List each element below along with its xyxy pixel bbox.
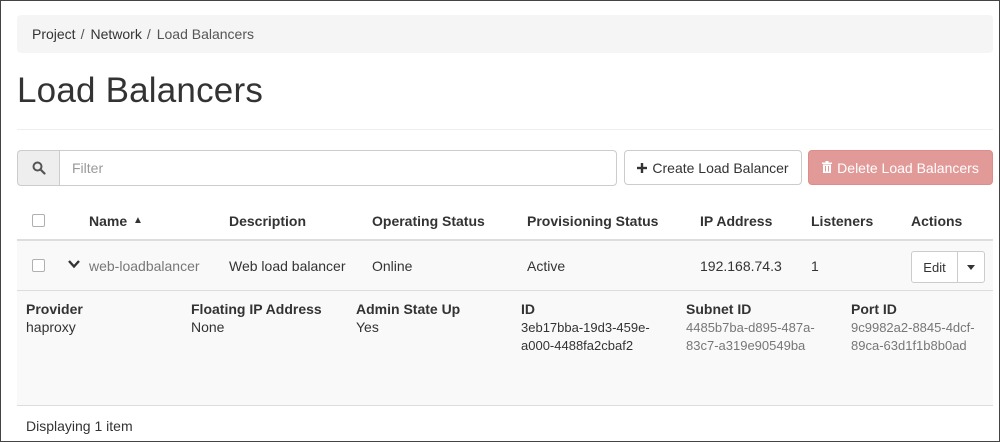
filter-input[interactable] bbox=[59, 150, 617, 186]
detail-subnet-id: Subnet ID 4485b7ba-d895-487a-83c7-a319e9… bbox=[686, 301, 816, 355]
cell-operating-status: Online bbox=[372, 258, 413, 274]
load-balancer-name-link[interactable]: web-loadbalancer bbox=[89, 258, 200, 274]
detail-floating-ip: Floating IP Address None bbox=[191, 301, 322, 336]
trash-icon bbox=[822, 160, 833, 176]
create-load-balancer-label: Create Load Balancer bbox=[652, 159, 789, 176]
item-count: Displaying 1 item bbox=[26, 418, 133, 434]
detail-label: ID bbox=[521, 301, 535, 317]
port-id-link[interactable]: 9c9982a2-8845-4dcf-89ca-63d1f1b8b0ad bbox=[851, 319, 981, 355]
table-row: web-loadbalancer Web load balancer Onlin… bbox=[17, 241, 993, 291]
column-header-actions: Actions bbox=[911, 213, 963, 229]
detail-port-id: Port ID 9c9982a2-8845-4dcf-89ca-63d1f1b8… bbox=[851, 301, 981, 355]
column-header-description[interactable]: Description bbox=[229, 213, 306, 229]
breadcrumb: Project / Network / Load Balancers bbox=[17, 15, 993, 53]
column-header-ip-address[interactable]: IP Address bbox=[700, 213, 772, 229]
breadcrumb-separator: / bbox=[146, 26, 151, 42]
cell-description: Web load balancer bbox=[229, 258, 346, 274]
detail-label: Floating IP Address bbox=[191, 301, 322, 317]
sort-ascending-icon: ▲ bbox=[133, 215, 143, 226]
search-icon[interactable] bbox=[17, 150, 59, 186]
detail-id: ID 3eb17bba-19d3-459e-a000-4488fa2cbaf2 bbox=[521, 301, 651, 355]
delete-load-balancers-label: Delete Load Balancers bbox=[837, 159, 979, 176]
create-load-balancer-button[interactable]: Create Load Balancer bbox=[624, 150, 802, 185]
title-divider bbox=[17, 129, 993, 130]
column-header-provisioning-status[interactable]: Provisioning Status bbox=[527, 213, 658, 229]
select-all-checkbox[interactable] bbox=[32, 214, 45, 227]
breadcrumb-load-balancers: Load Balancers bbox=[156, 26, 255, 42]
detail-label: Subnet ID bbox=[686, 301, 752, 317]
detail-value: None bbox=[191, 319, 225, 335]
page-title: Load Balancers bbox=[17, 71, 264, 110]
load-balancers-table: Name ▲ Description Operating Status Prov… bbox=[17, 201, 993, 406]
column-header-listeners[interactable]: Listeners bbox=[811, 213, 873, 229]
row-select-checkbox[interactable] bbox=[32, 259, 45, 272]
detail-value: 3eb17bba-19d3-459e-a000-4488fa2cbaf2 bbox=[521, 320, 650, 353]
chevron-down-icon[interactable] bbox=[67, 257, 81, 274]
breadcrumb-project[interactable]: Project bbox=[32, 26, 76, 42]
detail-admin-state: Admin State Up Yes bbox=[356, 301, 460, 336]
column-header-name-label: Name bbox=[89, 213, 128, 229]
edit-button[interactable]: Edit bbox=[911, 251, 958, 283]
detail-value: Yes bbox=[356, 319, 379, 335]
row-detail-panel: Provider haproxy Floating IP Address Non… bbox=[17, 291, 993, 406]
detail-label: Port ID bbox=[851, 301, 897, 317]
breadcrumb-network[interactable]: Network bbox=[90, 26, 141, 42]
detail-label: Provider bbox=[26, 301, 83, 317]
cell-ip-address: 192.168.74.3 bbox=[700, 258, 782, 274]
filter-group bbox=[17, 150, 617, 186]
detail-provider: Provider haproxy bbox=[26, 301, 83, 336]
cell-listeners: 1 bbox=[811, 258, 819, 274]
column-header-operating-status[interactable]: Operating Status bbox=[372, 213, 485, 229]
subnet-id-link[interactable]: 4485b7ba-d895-487a-83c7-a319e90549ba bbox=[686, 319, 816, 355]
table-header: Name ▲ Description Operating Status Prov… bbox=[17, 201, 993, 241]
row-actions: Edit bbox=[911, 251, 985, 283]
column-header-name[interactable]: Name ▲ bbox=[89, 213, 143, 229]
cell-provisioning-status: Active bbox=[527, 258, 566, 274]
plus-icon bbox=[637, 160, 648, 176]
delete-load-balancers-button[interactable]: Delete Load Balancers bbox=[808, 150, 993, 185]
breadcrumb-separator: / bbox=[80, 26, 85, 42]
actions-dropdown-toggle[interactable] bbox=[958, 251, 985, 283]
detail-value: haproxy bbox=[26, 319, 76, 335]
detail-label: Admin State Up bbox=[356, 301, 461, 317]
caret-down-icon bbox=[967, 264, 975, 270]
